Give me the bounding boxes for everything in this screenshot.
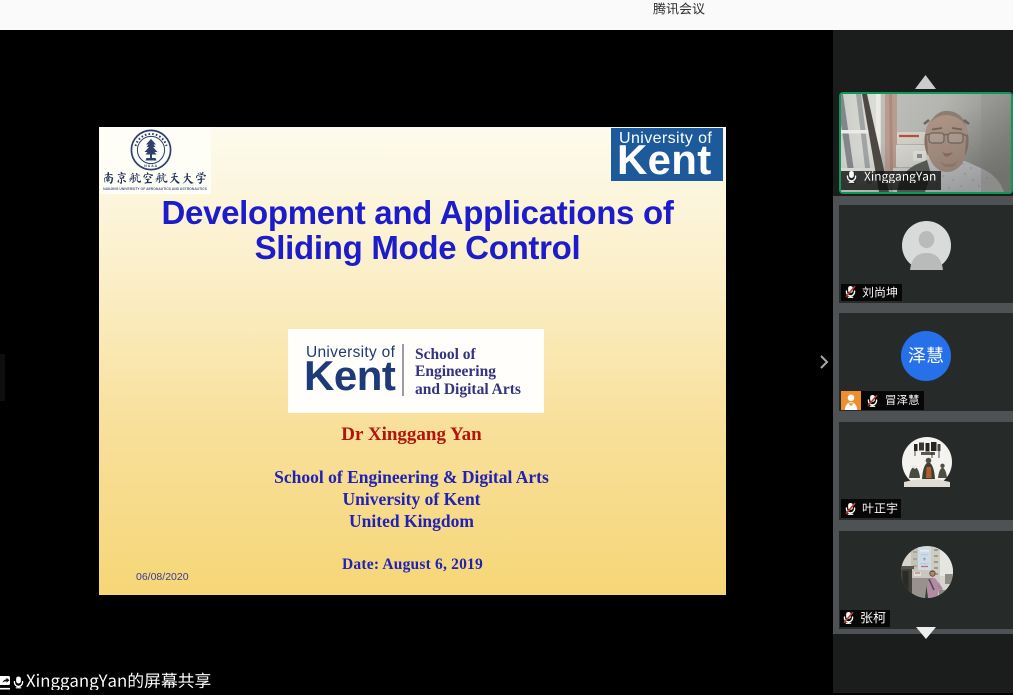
svg-text:NUAA: NUAA xyxy=(144,164,158,168)
